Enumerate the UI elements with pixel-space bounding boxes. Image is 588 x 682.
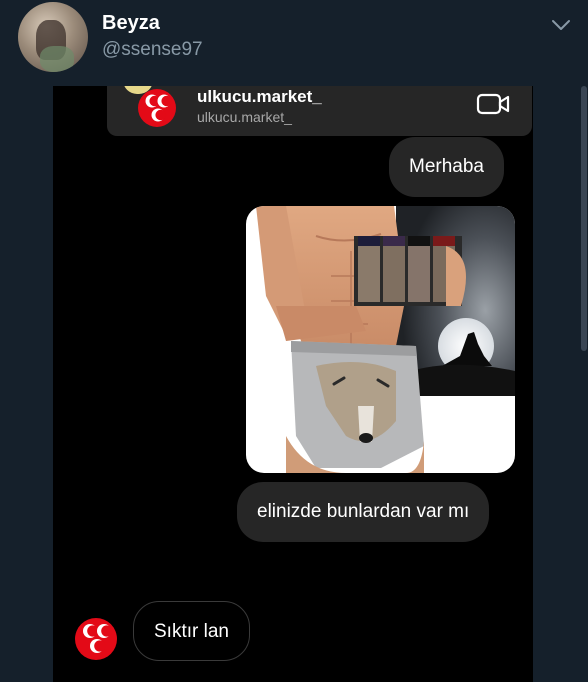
chevron-down-icon[interactable] (550, 14, 572, 36)
dm-screenshot: ulkucu.market_ ulkucu.market_ Merhaba el… (53, 86, 533, 682)
author-name[interactable]: Beyza (102, 12, 160, 35)
video-camera-icon[interactable] (476, 92, 510, 116)
scrollbar[interactable] (581, 86, 587, 351)
product-photo (246, 206, 515, 473)
message-bubble-sent[interactable]: Merhaba (389, 137, 504, 197)
dm-header: ulkucu.market_ ulkucu.market_ (107, 86, 532, 136)
dm-contact-username: ulkucu.market_ (197, 109, 292, 125)
crescent-logo-icon[interactable] (137, 88, 177, 128)
message-bubble-sent[interactable]: elinizde bunlardan var mı (237, 482, 490, 542)
crescent-logo-icon[interactable] (74, 617, 118, 661)
avatar-clothing (40, 46, 74, 72)
message-bubble-received[interactable]: Sıktır lan (133, 601, 250, 661)
image-message[interactable] (246, 206, 515, 473)
dm-contact-name[interactable]: ulkucu.market_ (197, 87, 322, 107)
author-avatar[interactable] (18, 2, 88, 72)
tweet-header: Beyza @ssense97 (0, 0, 588, 86)
author-handle[interactable]: @ssense97 (102, 39, 203, 61)
